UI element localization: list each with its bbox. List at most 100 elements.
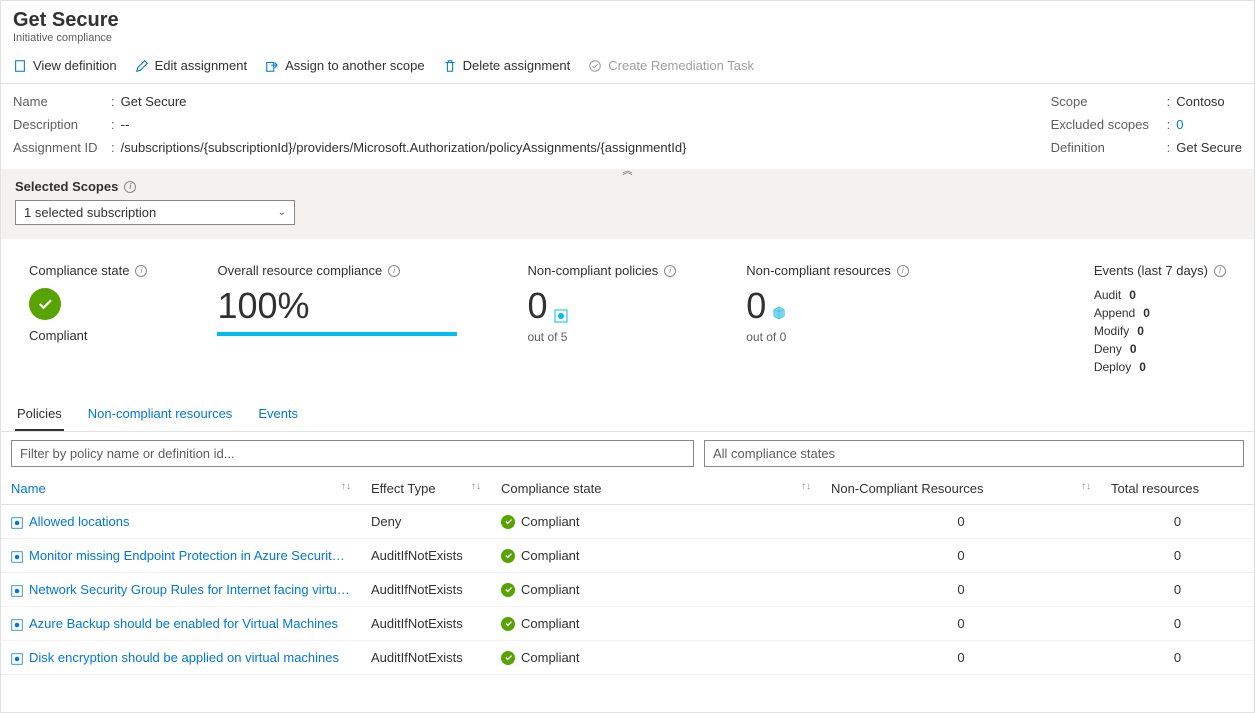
compliance-state-filter[interactable] [704,440,1244,467]
sort-icon[interactable]: ↑↓ [341,481,351,492]
edit-assignment-label: Edit assignment [155,58,248,73]
table-row: Network Security Group Rules for Interne… [1,573,1254,607]
tab-noncompliant-resources[interactable]: Non-compliant resources [86,398,235,431]
col-noncompliant[interactable]: Non-Compliant Resources↑↓ [821,473,1101,505]
delete-assignment-label: Delete assignment [463,58,571,73]
event-item: Audit 0 [1094,288,1226,302]
arrow-box-icon [265,59,279,73]
compliance-progress-bar [217,332,457,336]
tab-bar: Policies Non-compliant resources Events [1,398,1254,432]
info-icon[interactable]: i [135,265,147,277]
event-item: Append 0 [1094,306,1226,320]
event-item: Deploy0 [1094,360,1226,374]
assignment-id-value: /subscriptions/{subscriptionId}/provider… [121,140,687,155]
info-icon[interactable]: i [1214,265,1226,277]
policy-name-link[interactable]: Network Security Group Rules for Interne… [1,573,361,607]
compliance-dashboard: Compliance statei Compliant Overall reso… [1,239,1254,398]
total-resources: 0 [1101,539,1254,573]
effect-type: AuditIfNotExists [361,539,491,573]
info-icon[interactable]: i [388,265,400,277]
task-icon [588,59,602,73]
event-count: 0 [1130,342,1137,356]
assign-scope-button[interactable]: Assign to another scope [265,58,424,73]
overall-compliance-value: 100% [217,288,457,324]
policy-name-link[interactable]: Monitor missing Endpoint Protection in A… [1,539,361,573]
info-icon[interactable]: i [124,181,136,193]
description-label: Description [13,117,105,132]
definition-label: Definition [1051,140,1161,155]
policy-name-link[interactable]: Azure Backup should be enabled for Virtu… [1,607,361,641]
events-card: Events (last 7 days)i Audit0Append0Modif… [1094,263,1226,374]
compliance-state-cell: Compliant [491,573,821,607]
table-row: Allowed locationsDenyCompliant00 [1,505,1254,539]
info-icon[interactable]: i [897,265,909,277]
create-remediation-label: Create Remediation Task [608,58,754,73]
col-total: Total resources [1101,473,1254,505]
noncompliant-count: 0 [821,573,1101,607]
trash-icon [443,59,457,73]
sort-icon[interactable]: ↑↓ [471,481,481,492]
compliance-state-cell: Compliant [491,505,821,539]
total-resources: 0 [1101,641,1254,675]
event-count: 0 [1129,288,1136,302]
scopes-dropdown[interactable]: 1 selected subscription ⌄ [15,200,295,225]
tab-policies[interactable]: Policies [15,398,64,431]
noncompliant-resources-sub: out of 0 [746,330,909,344]
collapse-chevron-icon[interactable]: ︽ [623,162,633,177]
selected-scopes-label: Selected Scopes [15,179,118,194]
page-title: Get Secure [13,9,1242,32]
effect-type: AuditIfNotExists [361,607,491,641]
info-icon[interactable]: i [664,265,676,277]
excluded-scopes-value[interactable]: 0 [1176,117,1183,132]
noncompliant-resources-value: 0 [746,288,766,324]
event-count: 0 [1139,360,1146,374]
assign-scope-label: Assign to another scope [285,58,424,73]
noncompliant-policies-label: Non-compliant policies [527,263,658,278]
noncompliant-count: 0 [821,641,1101,675]
page-subtitle: Initiative compliance [13,32,1242,44]
details-panel: Name:Get Secure Description:-- Assignmen… [1,84,1254,169]
selected-scopes-section: Selected Scopes i 1 selected subscription… [1,169,1254,239]
noncompliant-policies-sub: out of 5 [527,330,676,344]
policy-name-link[interactable]: Disk encryption should be applied on vir… [1,641,361,675]
total-resources: 0 [1101,573,1254,607]
tab-events[interactable]: Events [256,398,300,431]
name-value: Get Secure [121,94,187,109]
event-count: 0 [1143,306,1150,320]
effect-type: AuditIfNotExists [361,641,491,675]
view-definition-button[interactable]: View definition [13,58,117,73]
noncompliant-count: 0 [821,505,1101,539]
table-row: Monitor missing Endpoint Protection in A… [1,539,1254,573]
event-name: Audit [1094,288,1121,302]
pencil-icon [135,59,149,73]
event-name: Append [1094,306,1135,320]
col-effect[interactable]: Effect Type↑↓ [361,473,491,505]
name-label: Name [13,94,105,109]
compliance-state-cell: Compliant [491,539,821,573]
excluded-scopes-label: Excluded scopes [1051,117,1161,132]
col-state[interactable]: Compliance state↑↓ [491,473,821,505]
policies-table: Name↑↓ Effect Type↑↓ Compliance state↑↓ … [1,473,1254,675]
definition-value: Get Secure [1176,140,1242,155]
sort-icon[interactable]: ↑↓ [1081,481,1091,492]
filter-bar [1,432,1254,473]
cube-icon [772,306,786,320]
edit-assignment-button[interactable]: Edit assignment [135,58,248,73]
noncompliant-policies-value: 0 [527,288,547,324]
check-icon [501,549,515,563]
col-name[interactable]: Name↑↓ [1,473,361,505]
policy-name-filter-input[interactable] [11,440,694,467]
policy-name-link[interactable]: Allowed locations [1,505,361,539]
compliance-state-cell: Compliant [491,641,821,675]
check-icon [501,515,515,529]
check-icon [501,651,515,665]
chevron-down-icon: ⌄ [278,207,286,218]
view-definition-label: View definition [33,58,117,73]
delete-assignment-button[interactable]: Delete assignment [443,58,571,73]
compliance-state-value: Compliant [29,328,147,343]
event-name: Modify [1094,324,1129,338]
check-icon [501,583,515,597]
description-value: -- [121,117,130,132]
sort-icon[interactable]: ↑↓ [801,481,811,492]
compliance-state-label: Compliance state [29,263,129,278]
